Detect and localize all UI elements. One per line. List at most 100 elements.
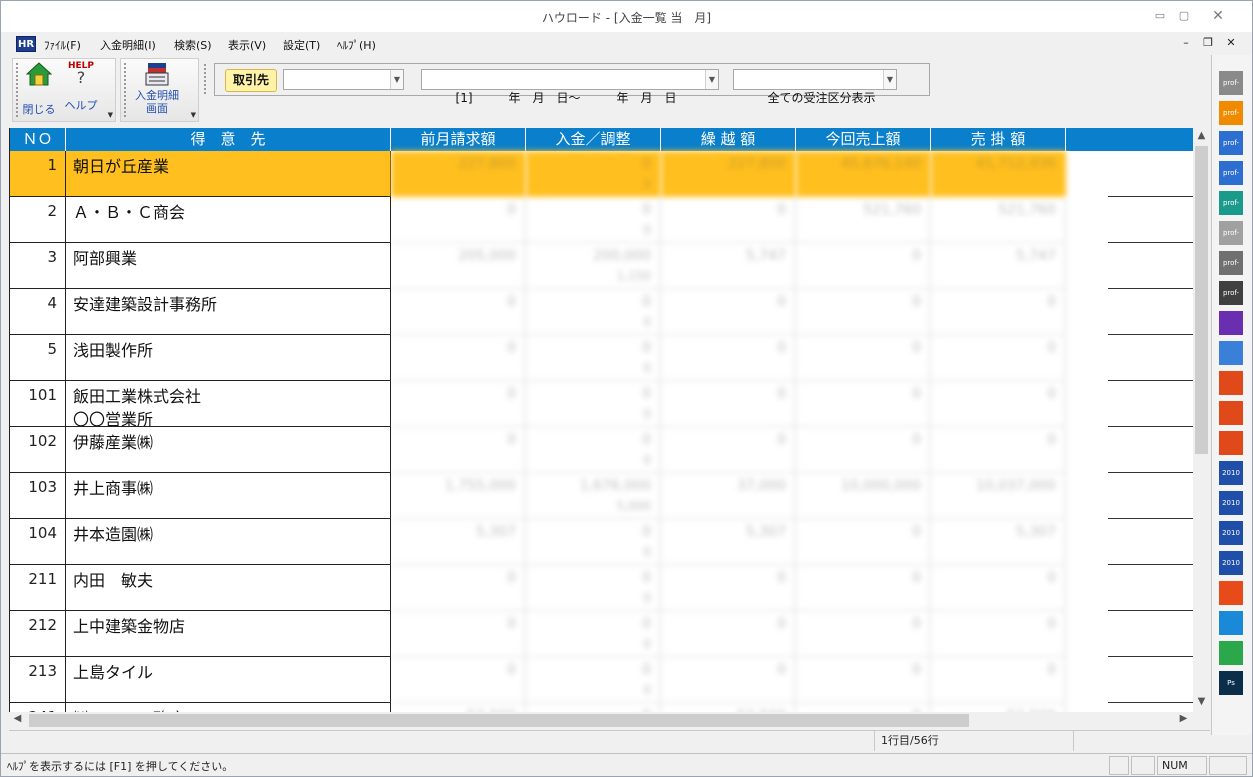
infinity-icon[interactable]: [1219, 341, 1243, 365]
close-icon[interactable]: ✕: [1207, 7, 1229, 25]
menu-view[interactable]: 表示(V): [228, 37, 266, 53]
table-row[interactable]: 101 飯田工業株式会社 〇〇営業所 0 0 0 0 0 0: [10, 381, 1193, 427]
windows-icon[interactable]: [1219, 611, 1243, 635]
filter-toolbar-grip[interactable]: [204, 64, 207, 94]
child-restore-icon[interactable]: ❐: [1200, 36, 1216, 50]
horizontal-scrollbar[interactable]: ◀ ▶: [9, 712, 1193, 729]
prof-us-icon[interactable]: prof-US: [1219, 131, 1243, 155]
prof-us-icon[interactable]: prof-US: [1219, 281, 1243, 305]
column-header-receivable[interactable]: 売 掛 額: [931, 128, 1066, 151]
cell-value: 10,037,000: [975, 478, 1056, 494]
table-row[interactable]: 241㈱ＡＢＣ工務店52,5000052,500052,500: [10, 703, 1193, 712]
visual-studio-icon[interactable]: [1219, 311, 1243, 335]
chevron-down-icon[interactable]: ▼: [390, 70, 403, 89]
customer-button[interactable]: 取引先: [225, 69, 277, 92]
photoshop-icon[interactable]: Ps: [1219, 671, 1243, 695]
vertical-scrollbar[interactable]: ▲ ▼: [1193, 128, 1210, 712]
column-header-no[interactable]: ＮＯ: [10, 128, 66, 151]
minimize-icon[interactable]: ▭: [1149, 7, 1171, 25]
office-icon[interactable]: [1219, 371, 1243, 395]
payment-list-grid[interactable]: ＮＯ 得 意 先 前月請求額 入金／調整 繰 越 額 今回売上額 売 掛 額 1…: [9, 128, 1193, 712]
date-range-combo[interactable]: [1] 年 月 日～ 年 月 日 ▼: [421, 69, 719, 105]
child-minimize-icon[interactable]: –: [1178, 36, 1194, 50]
toolbar-grip[interactable]: [124, 63, 127, 117]
table-row[interactable]: 2 Ａ・Ｂ・Ｃ商会 0 0 0 0 521,760 521,760: [10, 197, 1193, 243]
cell-payment-adjust: 200,000 1,150: [526, 243, 661, 289]
table-row[interactable]: 3 阿部興業 205,000 200,000 1,150 5,747 0 5,747: [10, 243, 1193, 289]
scroll-right-icon[interactable]: ▶: [1175, 713, 1192, 724]
cell-adjust-value: 0: [643, 637, 651, 651]
scroll-up-icon[interactable]: ▲: [1193, 130, 1210, 141]
menu-payment-detail[interactable]: 入金明細(I): [100, 37, 156, 53]
office-2010-icon[interactable]: 2010: [1219, 551, 1243, 575]
cell-value: 0: [912, 570, 921, 586]
column-header-payment-adjust[interactable]: 入金／調整: [526, 128, 661, 151]
app-logo-icon[interactable]: HR: [16, 36, 36, 52]
cell-adjust-value: 0: [643, 223, 651, 237]
table-row[interactable]: 212 上中建築金物店 0 0 0 0 0 0: [10, 611, 1193, 657]
horizontal-scroll-thumb[interactable]: [29, 714, 969, 727]
windows-7-icon[interactable]: [1219, 641, 1243, 665]
title-bar[interactable]: ハウロード - [入金一覧 当 月] ▭ ▢ ✕: [1, 1, 1252, 32]
prof-us-icon[interactable]: prof-US: [1219, 221, 1243, 245]
cell-carryover: 52,500: [661, 703, 796, 712]
table-row[interactable]: 104 井本造園㈱ 5,307 0 0 5,307 0 5,307: [10, 519, 1193, 565]
cell-value: 5,747: [745, 248, 786, 264]
column-header-current-sales[interactable]: 今回売上額: [796, 128, 931, 151]
cell-carryover: 0: [661, 197, 796, 243]
cell-carryover: 0: [661, 565, 796, 611]
prof-us-icon[interactable]: prof-US: [1219, 161, 1243, 185]
toolbar-overflow-icon[interactable]: ▼: [191, 111, 196, 119]
table-row[interactable]: 102 伊藤産業㈱ 0 0 0 0 0 0: [10, 427, 1193, 473]
scroll-left-icon[interactable]: ◀: [9, 713, 26, 724]
office-2010-icon[interactable]: 2010: [1219, 521, 1243, 545]
table-row-selected[interactable]: 1 朝日が丘産業 227,800 0 0 227,800 45,876,140 41,712,…: [10, 151, 1193, 197]
cell-value: 0: [642, 662, 651, 678]
scroll-down-icon[interactable]: ▼: [1193, 696, 1210, 707]
column-header-customer[interactable]: 得 意 先: [66, 128, 391, 151]
menu-settings[interactable]: 設定(T): [283, 37, 320, 53]
toolbar-overflow-icon[interactable]: ▼: [108, 111, 113, 119]
cell-value: 0: [777, 662, 786, 678]
cell-no: 212: [10, 611, 66, 657]
table-row[interactable]: 5 浅田製作所 0 0 0 0 0 0: [10, 335, 1193, 381]
menu-help[interactable]: ﾍﾙﾌﾟ(H): [337, 37, 376, 53]
column-header-prev-billing[interactable]: 前月請求額: [391, 128, 526, 151]
close-button[interactable]: 閉じる: [21, 62, 57, 118]
table-row[interactable]: 213 上島タイル 0 0 0 0 0 0: [10, 657, 1193, 703]
payment-detail-button[interactable]: 入金明細 画面: [131, 62, 183, 120]
cell-no: 213: [10, 657, 66, 703]
table-row[interactable]: 103 井上商事㈱ 1,755,000 1,676,000 5,000 37,000 10,…: [10, 473, 1193, 519]
cell-payment-adjust: 00: [526, 703, 661, 712]
prof-us-icon[interactable]: prof-US: [1219, 191, 1243, 215]
chevron-down-icon[interactable]: ▼: [883, 70, 896, 89]
chevron-down-icon[interactable]: ▼: [705, 70, 718, 89]
cell-value: 521,760: [863, 202, 921, 218]
menu-search[interactable]: 検索(S): [174, 37, 212, 53]
toolbar-grip[interactable]: [16, 63, 19, 117]
office-icon[interactable]: [1219, 401, 1243, 425]
order-type-combo[interactable]: 全ての受注区分表示 ▼: [733, 69, 897, 105]
child-close-icon[interactable]: ✕: [1223, 36, 1239, 50]
prof-us-icon[interactable]: prof-US: [1219, 251, 1243, 275]
menu-file[interactable]: ﾌｧｲﾙ(F): [44, 37, 81, 53]
vertical-scroll-thumb[interactable]: [1195, 146, 1208, 454]
windows-store-icon[interactable]: [1219, 581, 1243, 605]
cell-no: 103: [10, 473, 66, 519]
help-button[interactable]: HELP ? ヘルプ: [61, 62, 101, 118]
office-2010-icon[interactable]: 2010: [1219, 461, 1243, 485]
prof-us-icon[interactable]: prof-US: [1219, 71, 1243, 95]
column-header-carryover[interactable]: 繰 越 額: [661, 128, 796, 151]
app-launcher-dock: prof-US prof-US prof-US prof-US prof-US prof-…: [1211, 55, 1252, 735]
cell-receivable: 52,500: [931, 703, 1066, 712]
customer-combo[interactable]: ▼: [283, 69, 404, 90]
cell-prev-billing: 0: [391, 611, 526, 657]
office-icon[interactable]: [1219, 431, 1243, 455]
table-row[interactable]: 4 安達建築設計事務所 0 0 0 0 0 0: [10, 289, 1193, 335]
prof-us-icon[interactable]: prof-US: [1219, 101, 1243, 125]
table-row[interactable]: 211 内田 敏夫 0 0 0 0 0 0: [10, 565, 1193, 611]
cell-value: 37,000: [737, 478, 786, 494]
office-2010-icon[interactable]: 2010: [1219, 491, 1243, 515]
cell-prev-billing: 0: [391, 197, 526, 243]
maximize-icon[interactable]: ▢: [1173, 7, 1195, 25]
